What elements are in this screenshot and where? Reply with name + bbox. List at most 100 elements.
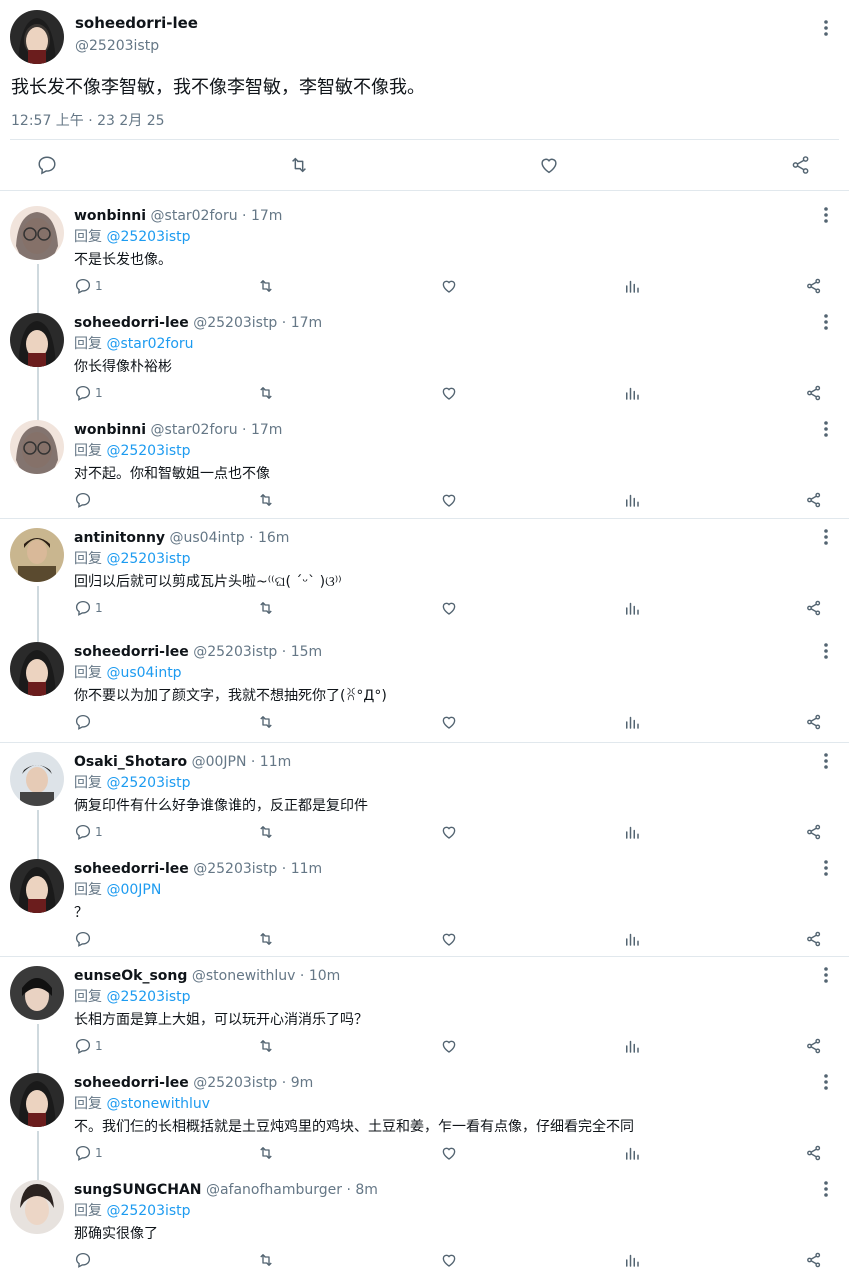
retweet-button[interactable] bbox=[287, 153, 313, 177]
retweet-button[interactable] bbox=[256, 381, 282, 405]
like-button[interactable] bbox=[440, 1141, 466, 1165]
mention-link[interactable]: @25203istp bbox=[106, 1203, 190, 1219]
retweet-button[interactable] bbox=[256, 710, 282, 734]
author-name[interactable]: antinitonny bbox=[74, 530, 165, 546]
more-options-button[interactable] bbox=[817, 640, 835, 662]
mention-link[interactable]: @25203istp bbox=[106, 443, 190, 459]
stats-button[interactable] bbox=[623, 596, 649, 620]
like-button[interactable] bbox=[440, 274, 466, 298]
more-options-button[interactable] bbox=[817, 1178, 835, 1200]
stats-button[interactable] bbox=[623, 1141, 649, 1165]
retweet-button[interactable] bbox=[256, 1141, 282, 1165]
author-name[interactable]: eunseOk_song bbox=[74, 968, 187, 984]
more-options-button[interactable] bbox=[817, 311, 835, 333]
retweet-button[interactable] bbox=[256, 1248, 282, 1272]
retweet-button[interactable] bbox=[256, 1034, 282, 1058]
stats-button[interactable] bbox=[623, 927, 649, 951]
like-button[interactable] bbox=[440, 1248, 466, 1272]
stats-button[interactable] bbox=[623, 710, 649, 734]
retweet-button[interactable] bbox=[256, 927, 282, 951]
more-options-button[interactable] bbox=[817, 1071, 835, 1093]
reply-time[interactable]: 10m bbox=[309, 968, 340, 984]
more-options-button[interactable] bbox=[817, 418, 835, 440]
like-button[interactable] bbox=[440, 710, 466, 734]
reply-time[interactable]: 17m bbox=[251, 208, 282, 224]
avatar[interactable] bbox=[10, 1180, 64, 1234]
stats-button[interactable] bbox=[623, 381, 649, 405]
author-handle[interactable]: @25203istp bbox=[193, 861, 277, 877]
reply-button[interactable] bbox=[74, 1248, 114, 1272]
share-button[interactable] bbox=[790, 153, 816, 177]
reply-button[interactable]: 1 bbox=[74, 1141, 114, 1165]
more-options-button[interactable] bbox=[817, 857, 835, 879]
like-button[interactable] bbox=[538, 153, 564, 177]
retweet-button[interactable] bbox=[256, 596, 282, 620]
reply-time[interactable]: 17m bbox=[291, 315, 322, 331]
share-button[interactable] bbox=[805, 710, 831, 734]
like-button[interactable] bbox=[440, 381, 466, 405]
author-handle[interactable]: @star02foru bbox=[151, 208, 238, 224]
author-handle[interactable]: @25203istp bbox=[75, 38, 159, 54]
author-name[interactable]: soheedorri-lee bbox=[74, 1075, 189, 1091]
avatar[interactable] bbox=[10, 966, 64, 1020]
mention-link[interactable]: @25203istp bbox=[106, 551, 190, 567]
reply-button[interactable] bbox=[74, 710, 114, 734]
mention-link[interactable]: @25203istp bbox=[106, 775, 190, 791]
avatar[interactable] bbox=[10, 642, 64, 696]
author-handle[interactable]: @25203istp bbox=[193, 1075, 277, 1091]
author-name[interactable]: sungSUNGCHAN bbox=[74, 1182, 202, 1198]
reply-button[interactable] bbox=[36, 153, 62, 177]
author-handle[interactable]: @us04intp bbox=[170, 530, 245, 546]
more-options-button[interactable] bbox=[817, 204, 835, 226]
share-button[interactable] bbox=[805, 274, 831, 298]
retweet-button[interactable] bbox=[256, 274, 282, 298]
author-handle[interactable]: @stonewithluv bbox=[192, 968, 296, 984]
author-name[interactable]: soheedorri-lee bbox=[74, 315, 189, 331]
author-name[interactable]: soheedorri-lee bbox=[75, 14, 198, 32]
avatar[interactable] bbox=[10, 420, 64, 474]
reply-time[interactable]: 11m bbox=[260, 754, 291, 770]
author-name[interactable]: wonbinni bbox=[74, 208, 146, 224]
share-button[interactable] bbox=[805, 820, 831, 844]
share-button[interactable] bbox=[805, 596, 831, 620]
author-handle[interactable]: @00JPN bbox=[192, 754, 247, 770]
more-options-button[interactable] bbox=[817, 750, 835, 772]
share-button[interactable] bbox=[805, 1141, 831, 1165]
avatar[interactable] bbox=[10, 859, 64, 913]
reply-time[interactable]: 15m bbox=[291, 644, 322, 660]
more-options-button[interactable] bbox=[817, 526, 835, 548]
stats-button[interactable] bbox=[623, 1034, 649, 1058]
avatar[interactable] bbox=[10, 206, 64, 260]
share-button[interactable] bbox=[805, 488, 831, 512]
avatar[interactable] bbox=[10, 752, 64, 806]
author-handle[interactable]: @star02foru bbox=[151, 422, 238, 438]
reply-button[interactable]: 1 bbox=[74, 1034, 114, 1058]
reply-button[interactable] bbox=[74, 927, 114, 951]
avatar[interactable] bbox=[10, 313, 64, 367]
avatar[interactable] bbox=[10, 528, 64, 582]
author-handle[interactable]: @afanofhamburger bbox=[206, 1182, 342, 1198]
author-name[interactable]: soheedorri-lee bbox=[74, 644, 189, 660]
retweet-button[interactable] bbox=[256, 488, 282, 512]
more-options-button[interactable] bbox=[817, 17, 835, 39]
mention-link[interactable]: @25203istp bbox=[106, 989, 190, 1005]
reply-time[interactable]: 8m bbox=[355, 1182, 378, 1198]
avatar[interactable] bbox=[10, 1073, 64, 1127]
mention-link[interactable]: @us04intp bbox=[106, 665, 181, 681]
author-handle[interactable]: @25203istp bbox=[193, 315, 277, 331]
reply-button[interactable]: 1 bbox=[74, 820, 114, 844]
like-button[interactable] bbox=[440, 596, 466, 620]
reply-button[interactable]: 1 bbox=[74, 596, 114, 620]
reply-time[interactable]: 16m bbox=[258, 530, 289, 546]
reply-button[interactable] bbox=[74, 488, 114, 512]
mention-link[interactable]: @star02foru bbox=[106, 336, 193, 352]
retweet-button[interactable] bbox=[256, 820, 282, 844]
reply-time[interactable]: 9m bbox=[291, 1075, 314, 1091]
like-button[interactable] bbox=[440, 488, 466, 512]
like-button[interactable] bbox=[440, 1034, 466, 1058]
reply-time[interactable]: 11m bbox=[291, 861, 322, 877]
tweet-timestamp[interactable]: 12:57 上午 · 23 2月 25 bbox=[11, 110, 165, 130]
stats-button[interactable] bbox=[623, 274, 649, 298]
stats-button[interactable] bbox=[623, 820, 649, 844]
share-button[interactable] bbox=[805, 1034, 831, 1058]
